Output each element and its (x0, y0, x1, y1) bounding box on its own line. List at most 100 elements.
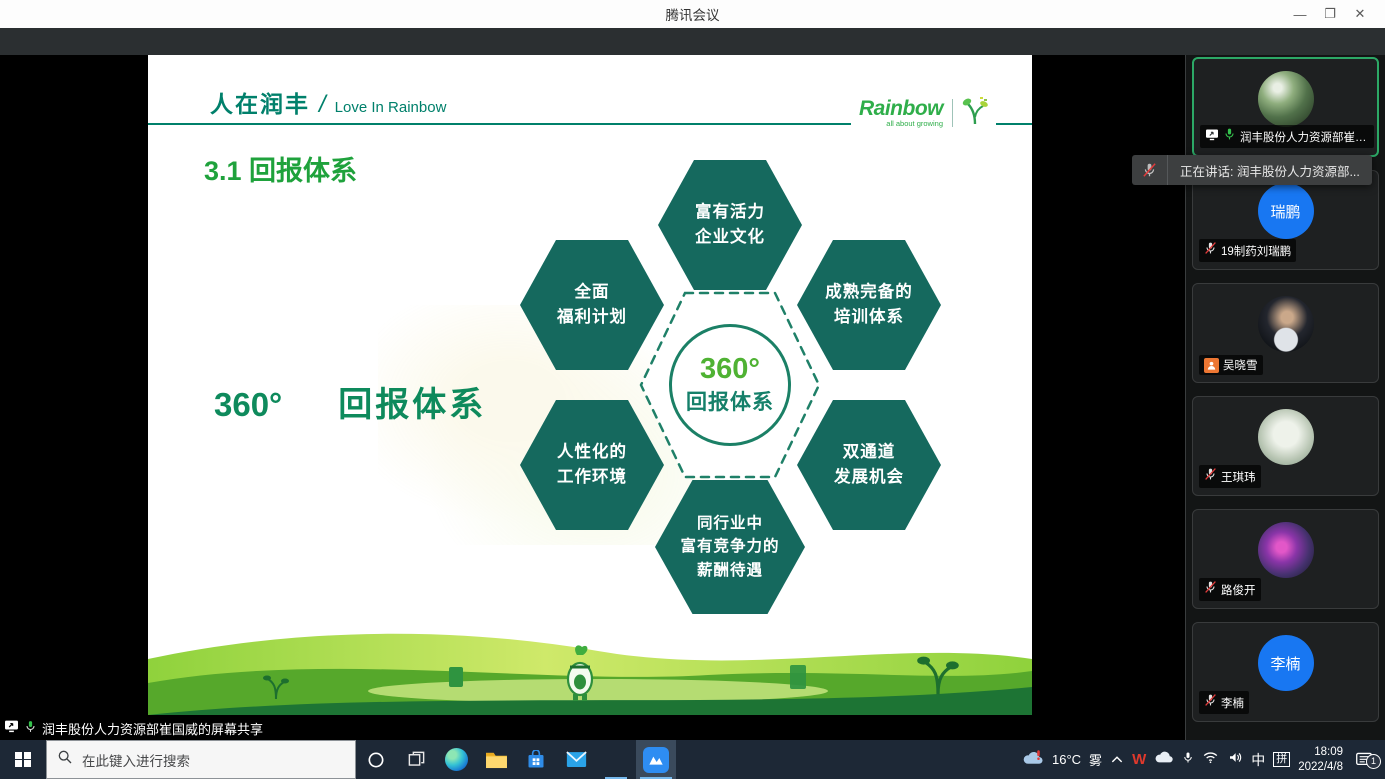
tencent-meeting-button[interactable] (636, 740, 676, 779)
ime-mode-indicator[interactable]: 拼 (1273, 752, 1290, 767)
avatar (1258, 71, 1314, 127)
clock-time: 18:09 (1298, 745, 1343, 760)
weather-condition[interactable]: 雾 (1089, 750, 1102, 769)
participant-tile-2[interactable]: 瑞鹏 19制药刘瑞鹏 (1192, 170, 1379, 270)
mic-muted-icon (1204, 241, 1217, 260)
hexagon-upper-left-line1: 全面 (575, 280, 610, 305)
mic-tray-icon[interactable] (1182, 750, 1194, 770)
speaking-toast-text: 正在讲话: 润丰股份人力资源部... (1168, 161, 1372, 180)
search-placeholder: 在此键入进行搜索 (82, 750, 190, 770)
mic-on-icon (24, 719, 37, 739)
speaking-toast: 正在讲话: 润丰股份人力资源部... (1132, 155, 1372, 185)
mic-muted-icon (1204, 693, 1217, 712)
close-button[interactable]: ✕ (1345, 0, 1375, 28)
rainbow-tagline: all about growing (886, 119, 943, 128)
action-center-button[interactable]: 1 (1351, 752, 1377, 768)
ime-language-indicator[interactable]: 中 (1251, 750, 1265, 770)
participant-name: 19制药刘瑞鹏 (1221, 243, 1291, 259)
cortana-button[interactable] (356, 740, 396, 779)
microsoft-store-button[interactable] (516, 740, 556, 779)
mic-muted-icon (1204, 467, 1217, 486)
screen-share-icon (4, 720, 19, 738)
slide-title-en: Love In Rainbow (335, 99, 447, 116)
pinned-app-button[interactable] (596, 740, 636, 779)
participant-label: 19制药刘瑞鹏 (1199, 239, 1296, 262)
participant-label: 李楠 (1199, 691, 1249, 714)
slide-title-cn: 人在润丰 (210, 85, 310, 119)
participant-tile-5[interactable]: 路俊开 (1192, 509, 1379, 609)
minimize-button[interactable]: — (1285, 0, 1315, 28)
center-circle: 360° 回报体系 (669, 324, 791, 446)
task-view-button[interactable] (396, 740, 436, 779)
edge-icon (445, 748, 468, 771)
taskbar-search-input[interactable]: 在此键入进行搜索 (46, 740, 356, 779)
rainbow-logo-text: Rainbow all about growing (859, 97, 943, 128)
participant-tile-4[interactable]: 王琪玮 (1192, 396, 1379, 496)
file-explorer-button[interactable] (476, 740, 516, 779)
volume-icon[interactable] (1227, 750, 1243, 770)
participant-tile-1[interactable]: 润丰股份人力资源部崔国威的屏... (1192, 57, 1379, 157)
start-button[interactable] (0, 740, 46, 779)
participant-label: 路俊开 (1199, 578, 1261, 601)
tray-expand-chevron[interactable] (1110, 751, 1124, 769)
edge-button[interactable] (436, 740, 476, 779)
participant-tile-3[interactable]: 吴晓雪 (1192, 283, 1379, 383)
mic-on-icon (1223, 127, 1236, 146)
weather-icon[interactable] (1022, 749, 1044, 770)
hexagon-upper-left-line2: 福利计划 (557, 305, 627, 330)
hexagon-bottom-line1: 同行业中 (697, 512, 763, 535)
network-icon[interactable] (1202, 750, 1219, 769)
store-icon (526, 750, 546, 770)
side-360-text: 回报体系 (338, 377, 486, 426)
slide-header: 人在润丰 / Love In Rainbow (210, 85, 446, 119)
avatar: 李楠 (1258, 635, 1314, 691)
participant-tile-6[interactable]: 李楠 李楠 (1192, 622, 1379, 722)
mail-icon (566, 751, 587, 768)
maximize-button[interactable]: ❐ (1315, 0, 1345, 28)
side-360-degree: 360° (214, 386, 282, 424)
mail-button[interactable] (556, 740, 596, 779)
mic-muted-icon (1132, 155, 1168, 185)
logo-separator (952, 99, 953, 127)
app-avatar-icon (604, 748, 628, 772)
avatar (1258, 522, 1314, 578)
avatar (1258, 409, 1314, 465)
window-controls: — ❐ ✕ (1285, 0, 1375, 28)
rainbow-brand: Rainbow (859, 97, 943, 121)
participant-name: 李楠 (1221, 695, 1244, 711)
avatar (1258, 296, 1314, 352)
window-title: 腾讯会议 (666, 4, 720, 24)
participant-name: 润丰股份人力资源部崔国威的屏... (1240, 129, 1369, 145)
hexagon-lower-left-line1: 人性化的 (557, 440, 627, 465)
title-bar: 腾讯会议 — ❐ ✕ (0, 0, 1385, 28)
rainbow-logo: Rainbow all about growing (851, 95, 996, 130)
wps-icon[interactable]: W (1132, 751, 1146, 768)
system-tray: 16°C 雾 W (1022, 740, 1385, 779)
screen-share-banner-text: 润丰股份人力资源部崔国威的屏幕共享 (42, 719, 263, 738)
hexagon-top-line2: 企业文化 (695, 225, 765, 250)
person-badge-icon (1204, 358, 1219, 373)
folder-icon (485, 750, 508, 769)
participant-label: 吴晓雪 (1199, 355, 1263, 375)
notification-badge: 1 (1366, 754, 1381, 769)
participant-name: 吴晓雪 (1223, 357, 1258, 373)
shared-screen-stage: 人在润丰 / Love In Rainbow Rainbow all about… (0, 55, 1185, 740)
side-360-label: 360° 回报体系 (214, 377, 486, 426)
mic-muted-icon (1204, 580, 1217, 599)
taskbar-clock[interactable]: 18:09 2022/4/8 (1298, 745, 1343, 775)
hexagon-lower-left-line2: 工作环境 (557, 465, 627, 490)
screen-share-banner: 润丰股份人力资源部崔国威的屏幕共享 (0, 717, 271, 740)
weather-temp[interactable]: 16°C (1052, 752, 1081, 767)
participant-label: 王琪玮 (1199, 465, 1261, 488)
presentation-slide: 人在润丰 / Love In Rainbow Rainbow all about… (148, 55, 1032, 715)
hexagon-top-line1: 富有活力 (695, 200, 765, 225)
meeting-toolbar (0, 28, 1385, 55)
hexagon-upper-right-line1: 成熟完备的 (825, 280, 913, 305)
hexagon-lower-right-line1: 双通道 (843, 440, 896, 465)
cloud-icon[interactable] (1154, 750, 1174, 769)
app-window: 腾讯会议 — ❐ ✕ 人在润丰 / Love In Rainbow Rainbo… (0, 0, 1385, 779)
participant-label: 润丰股份人力资源部崔国威的屏... (1200, 125, 1374, 148)
slide-footer-illustration (148, 625, 1032, 715)
center-label: 回报体系 (686, 386, 774, 416)
hexagon-top: 富有活力 企业文化 (658, 160, 802, 290)
